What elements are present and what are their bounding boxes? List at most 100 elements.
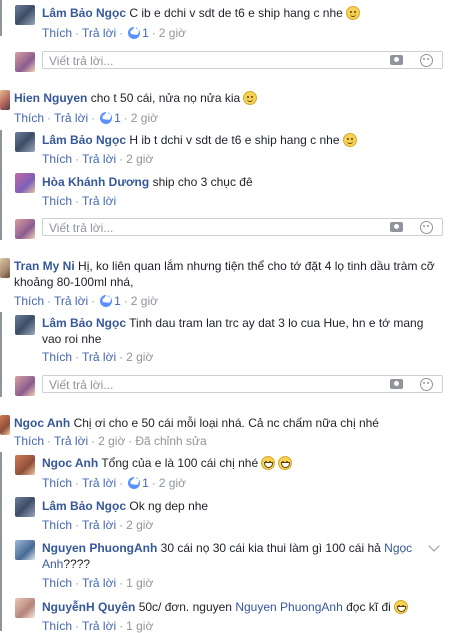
comment-text: ship cho 3 chục đê: [152, 175, 253, 189]
comment-actions: Thích · Trả lời · 2 giờ: [42, 350, 154, 364]
avatar[interactable]: [15, 132, 35, 152]
avatar[interactable]: [0, 415, 10, 435]
comment-text: Chị ơi cho e 50 cái mỗi loại nhá. Cả nc …: [73, 416, 379, 430]
like-count-icon[interactable]: [128, 477, 141, 489]
timestamp[interactable]: 2 giờ: [159, 26, 186, 40]
reply-input[interactable]: Viết trả lời...: [42, 51, 443, 69]
sticker-icon[interactable]: [420, 221, 433, 234]
avatar[interactable]: [0, 258, 10, 278]
comment-text: cho t 50 cái, nửa nọ nửa kia: [90, 91, 241, 105]
comment-actions: Thích·Trả lời·1·2 giờ: [42, 476, 186, 490]
commenter-name[interactable]: Lâm Bảo Ngọc: [42, 499, 126, 513]
like-count[interactable]: 1: [142, 26, 149, 40]
comment-body: Ngoc Anh Chị ơi cho e 50 cái mỗi loại nh…: [14, 416, 379, 431]
timestamp[interactable]: 1 giờ: [126, 576, 153, 590]
comment-body: Hòa Khánh Dương ship cho 3 chục đê: [42, 175, 253, 190]
mention-link[interactable]: Nguyen PhuongAnh: [235, 600, 342, 614]
chevron-down-icon[interactable]: [428, 540, 440, 552]
like-count-icon[interactable]: [100, 295, 113, 307]
timestamp[interactable]: 2 giờ: [159, 476, 186, 490]
camera-icon[interactable]: [390, 222, 403, 232]
avatar[interactable]: [15, 455, 35, 475]
reply-button[interactable]: Trả lời: [82, 576, 116, 590]
like-button[interactable]: Thích: [14, 111, 44, 125]
comment-text-cont: Anh????: [42, 557, 90, 572]
comment-text: Tổng của e là 100 cái chị nhé: [101, 456, 259, 470]
like-count-icon[interactable]: [128, 27, 141, 39]
reply-button[interactable]: Trả lời: [82, 350, 116, 364]
sticker-icon[interactable]: [420, 54, 433, 67]
like-button[interactable]: Thích: [14, 294, 44, 308]
comment-body: Nguyen PhuongAnh 30 cái nọ 30 cái kia th…: [42, 541, 412, 556]
avatar[interactable]: [15, 5, 35, 25]
like-count[interactable]: 1: [142, 476, 149, 490]
commenter-name[interactable]: Ngoc Anh: [14, 416, 70, 430]
reply-button[interactable]: Trả lời: [54, 294, 88, 308]
like-button[interactable]: Thích: [42, 518, 72, 532]
camera-icon[interactable]: [390, 379, 403, 389]
comment-actions: Thích · Trả lời · 2 giờ: [42, 152, 154, 166]
smile-emoji-icon: [345, 6, 360, 20]
comment-actions: Thích · Trả lời · 1 giờ: [42, 576, 154, 590]
like-button[interactable]: Thích: [42, 476, 72, 490]
comment-actions: Thích · Trả lời · 2 giờ · Đã chỉnh sửa: [14, 434, 207, 448]
like-button[interactable]: Thích: [42, 26, 72, 40]
comment-body: Lâm Bảo Ngọc H ib t dchi v sdt de t6 e s…: [42, 133, 357, 148]
like-count[interactable]: 1: [114, 294, 121, 308]
avatar[interactable]: [15, 540, 35, 560]
mention-link[interactable]: Anh: [42, 557, 63, 571]
reply-input[interactable]: Viết trả lời...: [42, 218, 443, 236]
commenter-name[interactable]: Lâm Bảo Ngọc: [42, 6, 126, 20]
commenter-name[interactable]: Tran My Ni: [14, 259, 75, 273]
comment-text: ????: [63, 557, 91, 571]
like-button[interactable]: Thích: [42, 194, 72, 208]
reply-button[interactable]: Trả lời: [54, 111, 88, 125]
comment-text: Ok ng dep nhe: [129, 499, 209, 513]
like-button[interactable]: Thích: [42, 576, 72, 590]
timestamp[interactable]: 2 giờ: [131, 111, 158, 125]
reply-button[interactable]: Trả lời: [82, 476, 116, 490]
timestamp[interactable]: 2 giờ: [131, 294, 158, 308]
comment-body: Ngoc Anh Tổng của e là 100 cái chị nhé: [42, 456, 293, 471]
comment-text: Tinh dau tram lan trc ay dat 3 lo cua Hu…: [129, 316, 424, 330]
timestamp[interactable]: 2 giờ: [98, 434, 125, 448]
commenter-name[interactable]: Hòa Khánh Dương: [42, 175, 149, 189]
smile-emoji-icon: [243, 91, 258, 105]
edited-label[interactable]: Đã chỉnh sửa: [135, 434, 206, 448]
like-button[interactable]: Thích: [42, 350, 72, 364]
avatar[interactable]: [0, 90, 10, 110]
reply-button[interactable]: Trả lời: [82, 26, 116, 40]
commenter-name[interactable]: Lâm Bảo Ngọc: [42, 133, 126, 147]
comment-text: C ib e dchi v sdt de t6 e ship hang c nh…: [129, 6, 343, 20]
comment-body: Lâm Bảo Ngọc Ok ng dep nhe: [42, 499, 208, 514]
timestamp[interactable]: 2 giờ: [126, 152, 153, 166]
comment-body: Hien Nguyen cho t 50 cái, nửa nọ nửa kia: [14, 91, 258, 106]
avatar[interactable]: [15, 598, 35, 618]
commenter-name[interactable]: Hien Nguyen: [14, 91, 87, 105]
like-count-icon[interactable]: [100, 112, 113, 124]
commenter-name[interactable]: Lâm Bảo Ngọc: [42, 316, 126, 330]
like-button[interactable]: Thích: [42, 152, 72, 166]
sticker-icon[interactable]: [420, 378, 433, 391]
reply-button[interactable]: Trả lời: [54, 434, 88, 448]
avatar[interactable]: [15, 497, 35, 517]
avatar[interactable]: [15, 315, 35, 335]
reply-button[interactable]: Trả lời: [82, 152, 116, 166]
thread-edge: [0, 312, 2, 397]
comment-text-cont: vao roi nhe: [42, 332, 102, 346]
commenter-name[interactable]: NguyễnH Quyên: [42, 600, 135, 614]
timestamp[interactable]: 2 giờ: [126, 518, 153, 532]
camera-icon[interactable]: [390, 55, 403, 65]
like-count[interactable]: 1: [114, 111, 121, 125]
like-button[interactable]: Thích: [14, 434, 44, 448]
comment-text-cont: khoảng 80-100ml nhá,: [14, 275, 134, 289]
mention-link[interactable]: Ngọc: [384, 541, 412, 555]
commenter-name[interactable]: Nguyen PhuongAnh: [42, 541, 157, 555]
reply-button[interactable]: Trả lời: [82, 194, 116, 208]
reply-input[interactable]: Viết trả lời...: [42, 375, 443, 393]
reply-button[interactable]: Trả lời: [82, 518, 116, 532]
avatar[interactable]: [15, 173, 35, 193]
comment-actions: Thích·Trả lời·1·2 giờ: [14, 111, 158, 125]
commenter-name[interactable]: Ngoc Anh: [42, 456, 98, 470]
timestamp[interactable]: 2 giờ: [126, 350, 153, 364]
